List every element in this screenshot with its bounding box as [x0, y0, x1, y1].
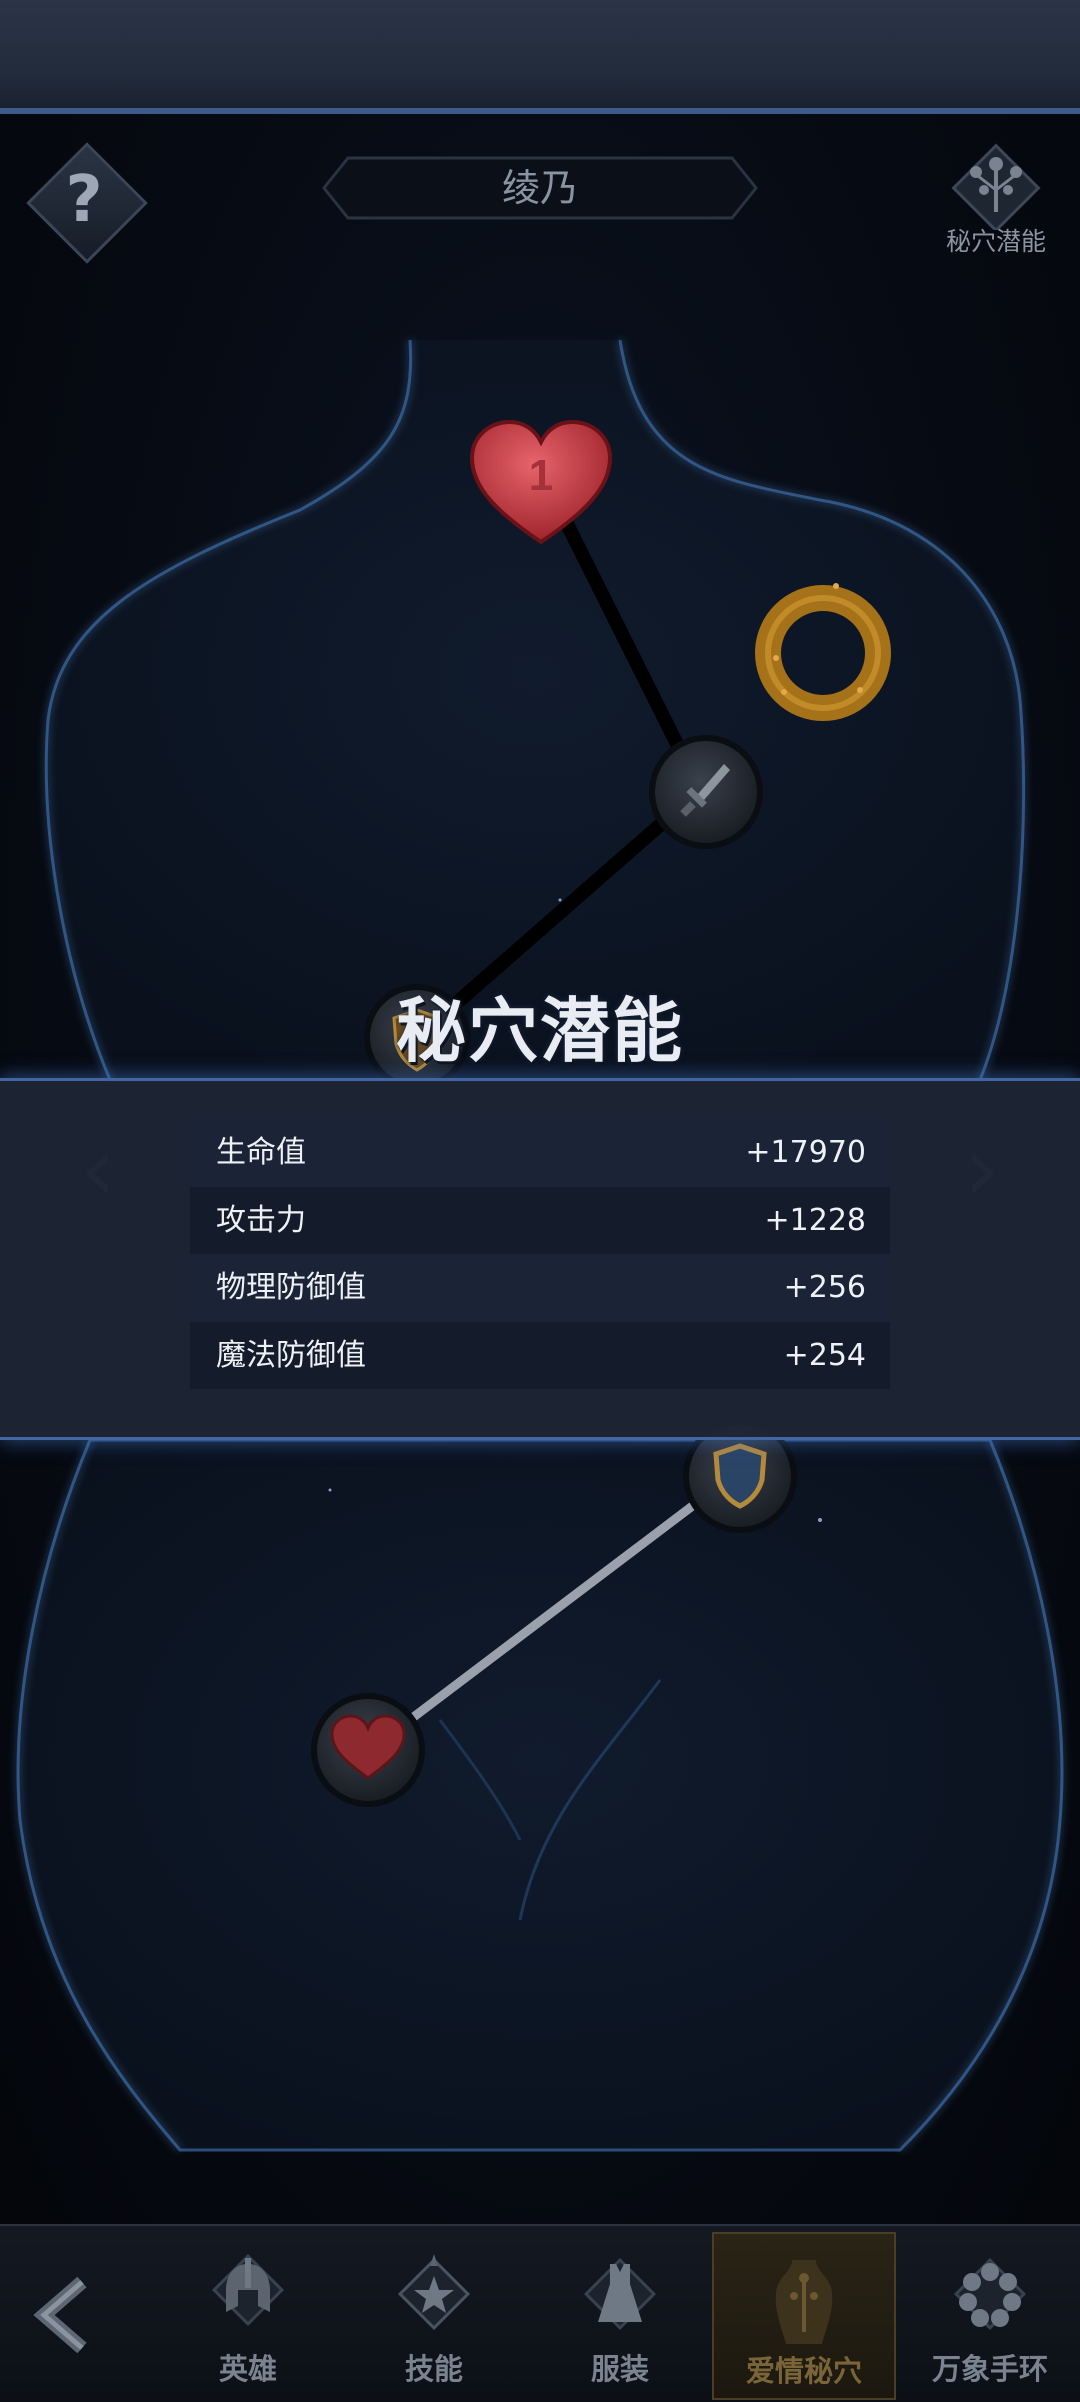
- tab-hero-label: 英雄: [218, 2352, 277, 2386]
- acupoint-heart-1[interactable]: 1: [468, 418, 614, 548]
- acupoint-sword[interactable]: [646, 732, 766, 852]
- tab-bracelet[interactable]: 万象手环: [900, 2232, 1080, 2396]
- stat-label: 生命值: [216, 1135, 306, 1170]
- potential-panel-title: 秘穴潜能: [396, 990, 684, 1072]
- stat-row: 生命值 +17970: [190, 1119, 890, 1187]
- tab-love-acupoint-label: 爱情秘穴: [745, 2354, 862, 2388]
- bracelet-icon: [953, 2257, 1027, 2331]
- bottom-nav-bar: 英雄 技能 服装 爱情秘穴 万象手环: [0, 2224, 1080, 2402]
- chevron-left-icon[interactable]: [20, 2270, 110, 2360]
- body-acupoint-icon: [775, 2260, 833, 2344]
- acupoint-1-number: 1: [529, 451, 553, 500]
- potential-stats-panel: 生命值 +17970 攻击力 +1228 物理防御值 +256 魔法防御值 +2…: [0, 1078, 1080, 1440]
- stat-value: +1228: [764, 1202, 866, 1238]
- tab-skills[interactable]: 技能: [344, 2232, 524, 2396]
- stat-label: 物理防御值: [216, 1270, 366, 1305]
- stat-value: +256: [783, 1270, 866, 1305]
- stat-value: +17970: [745, 1135, 866, 1170]
- dress-icon: [583, 2257, 657, 2331]
- help-button[interactable]: ?: [26, 142, 148, 264]
- mystic-potential-button[interactable]: 秘穴潜能: [926, 140, 1066, 260]
- helmet-icon: [211, 2253, 285, 2327]
- tab-hero[interactable]: 英雄: [158, 2232, 338, 2396]
- character-name-plate: 绫乃: [322, 156, 758, 220]
- skill-tree-icon: [951, 143, 1041, 233]
- stat-label: 魔法防御值: [216, 1337, 366, 1373]
- question-mark-icon: ?: [65, 163, 103, 237]
- top-status-bar: [0, 0, 1080, 114]
- mystic-potential-label: 秘穴潜能: [945, 227, 1046, 256]
- acupoint-heart-2[interactable]: [308, 1690, 428, 1810]
- stats-table: 生命值 +17970 攻击力 +1228 物理防御值 +256 魔法防御值 +2…: [190, 1119, 890, 1389]
- stat-label: 攻击力: [216, 1202, 306, 1238]
- stat-row: 魔法防御值 +254: [190, 1321, 890, 1389]
- acupoint-ring[interactable]: [748, 578, 898, 728]
- stat-row: 攻击力 +1228: [190, 1186, 890, 1254]
- tab-costume-label: 服装: [590, 2352, 649, 2386]
- stat-value: +254: [783, 1337, 866, 1373]
- character-name: 绫乃: [501, 166, 578, 210]
- tab-costume[interactable]: 服装: [530, 2232, 710, 2396]
- stat-row: 物理防御值 +256: [190, 1254, 890, 1322]
- tab-bracelet-label: 万象手环: [931, 2352, 1048, 2386]
- tab-skills-label: 技能: [404, 2352, 463, 2386]
- tab-love-acupoint[interactable]: 爱情秘穴: [712, 2232, 896, 2400]
- skill-star-icon: [397, 2254, 471, 2331]
